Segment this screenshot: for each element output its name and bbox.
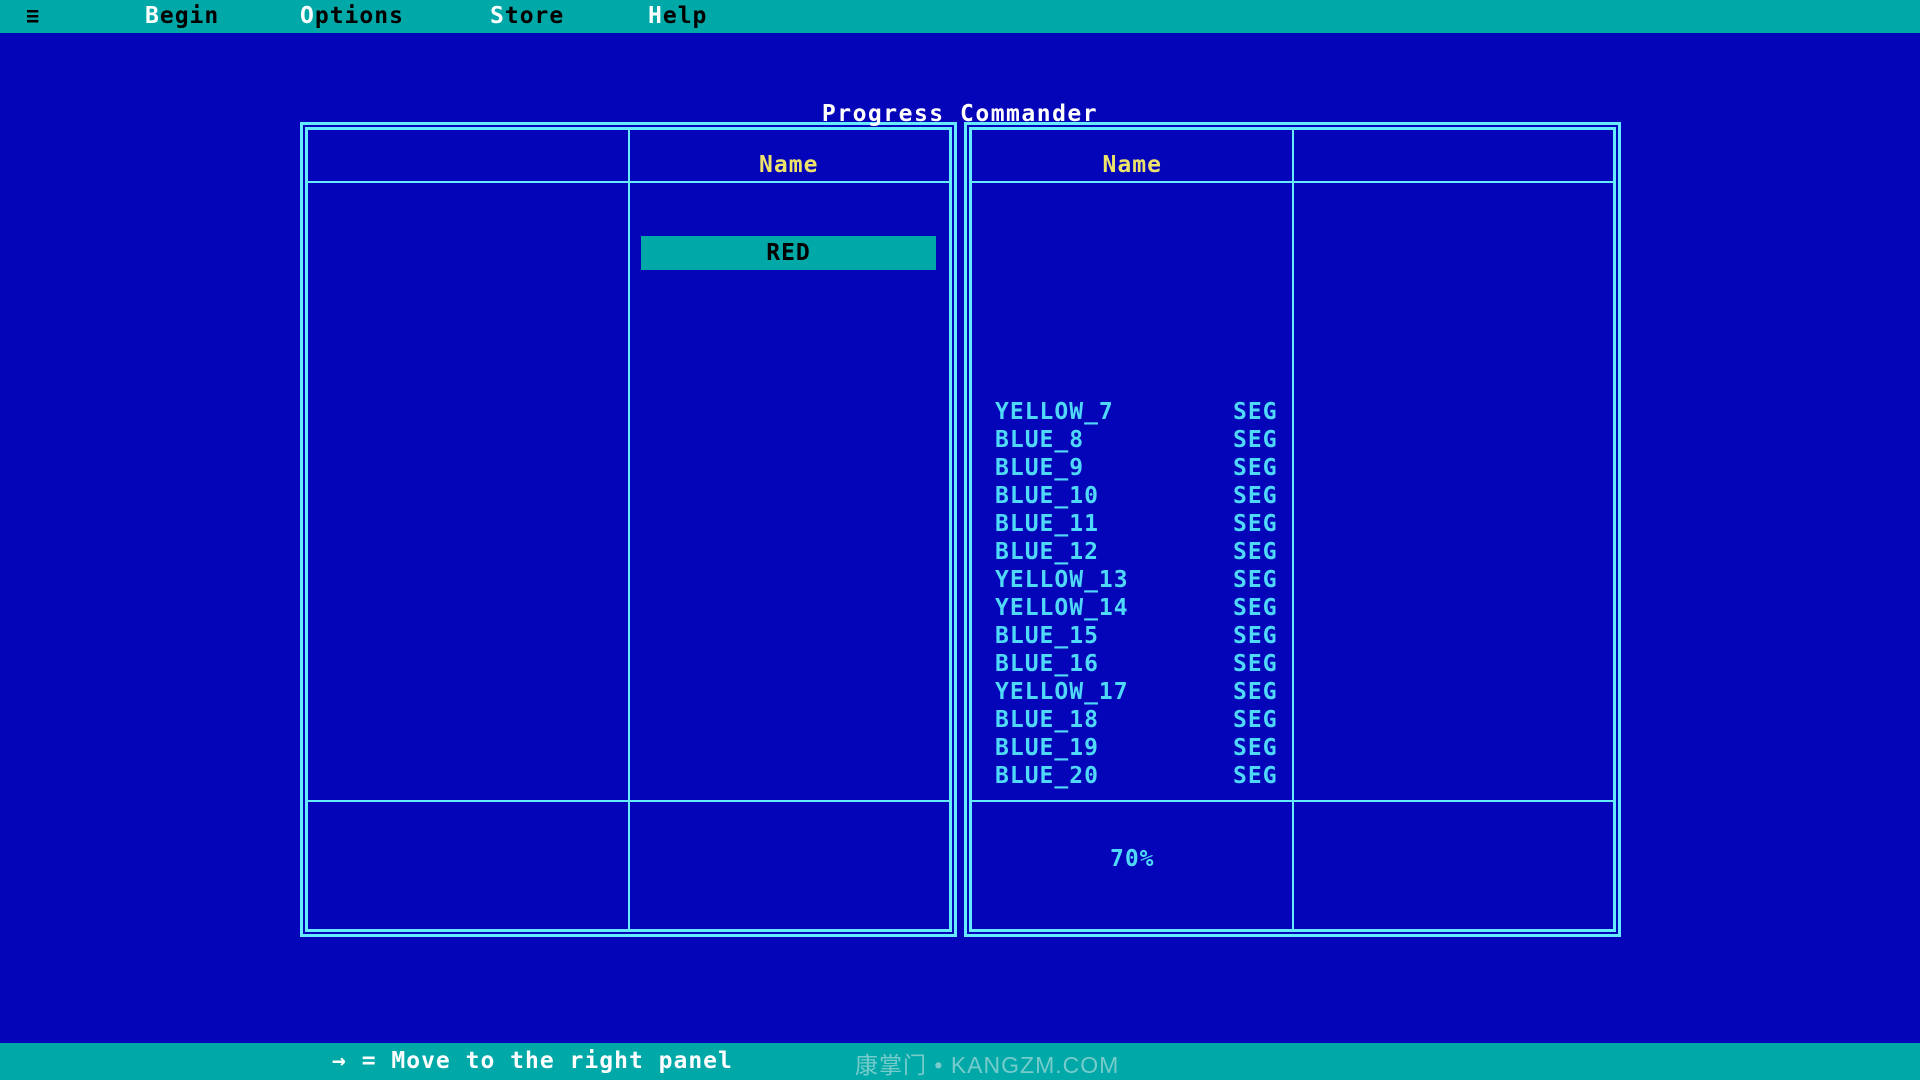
file-list: YELLOW_7 SEG BLUE_8 SEG BLUE_9 SEG BLUE_10 S… (972, 398, 1293, 790)
file-row[interactable]: YELLOW_13 SEG (972, 566, 1293, 594)
hamburger-menu-icon[interactable]: ≡ (26, 0, 39, 33)
menu-bar: ≡ Begin Options Store Help (0, 0, 1920, 33)
file-row[interactable]: BLUE_18 SEG (972, 706, 1293, 734)
file-name: YELLOW_7 (995, 399, 1114, 425)
menu-label: egin (160, 3, 219, 29)
menu-hotkey: O (300, 3, 315, 29)
file-name: BLUE_20 (995, 763, 1099, 789)
file-row[interactable]: BLUE_19 SEG (972, 734, 1293, 762)
file-name: BLUE_9 (995, 455, 1084, 481)
file-ext: SEG (1233, 426, 1278, 454)
menu-item-begin[interactable]: Begin (145, 0, 219, 33)
file-ext: SEG (1233, 622, 1278, 650)
menu-label: tore (505, 3, 564, 29)
menu-label: ptions (315, 3, 404, 29)
right-panel[interactable]: Name YELLOW_7 SEG BLUE_8 SEG BLUE_9 SEG BLU… (964, 122, 1621, 937)
file-row[interactable]: BLUE_20 SEG (972, 762, 1293, 790)
file-name: BLUE_8 (995, 427, 1084, 453)
file-ext: SEG (1233, 594, 1278, 622)
right-panel-header-line (972, 181, 1613, 183)
left-panel-footer-line (308, 800, 949, 802)
left-panel-header-line (308, 181, 949, 183)
left-panel[interactable]: Name RED (300, 122, 957, 937)
menu-hotkey: B (145, 3, 160, 29)
file-ext: SEG (1233, 482, 1278, 510)
file-name: BLUE_19 (995, 735, 1099, 761)
file-name: YELLOW_13 (995, 567, 1129, 593)
file-ext: SEG (1233, 510, 1278, 538)
menu-label: elp (663, 3, 708, 29)
file-name: YELLOW_17 (995, 679, 1129, 705)
menu-item-store[interactable]: Store (490, 0, 564, 33)
progress-percentage: 70% (972, 846, 1293, 872)
file-name: BLUE_12 (995, 539, 1099, 565)
left-panel-column-divider (628, 130, 630, 929)
menu-hotkey: H (648, 3, 663, 29)
file-name: BLUE_15 (995, 623, 1099, 649)
file-ext: SEG (1233, 566, 1278, 594)
file-row[interactable]: BLUE_9 SEG (972, 454, 1293, 482)
file-row[interactable]: BLUE_10 SEG (972, 482, 1293, 510)
progress-commander-screen: ≡ Begin Options Store Help Progress Comm… (0, 0, 1920, 1080)
page-title: Progress Commander (822, 101, 1098, 127)
file-name: BLUE_16 (995, 651, 1099, 677)
selected-file-red[interactable]: RED (641, 236, 936, 270)
file-row[interactable]: BLUE_12 SEG (972, 538, 1293, 566)
menu-item-help[interactable]: Help (648, 0, 707, 33)
key-hint-move-right-panel: → = Move to the right panel (332, 1043, 733, 1080)
file-ext: SEG (1233, 454, 1278, 482)
file-row[interactable]: BLUE_8 SEG (972, 426, 1293, 454)
file-ext: SEG (1233, 650, 1278, 678)
file-row[interactable]: YELLOW_7 SEG (972, 398, 1293, 426)
file-ext: SEG (1233, 398, 1278, 426)
file-name: BLUE_11 (995, 511, 1099, 537)
file-name: BLUE_10 (995, 483, 1099, 509)
file-ext: SEG (1233, 734, 1278, 762)
right-panel-footer-line (972, 800, 1613, 802)
file-ext: SEG (1233, 762, 1278, 790)
watermark: 康掌门 • KANGZM.COM (855, 1046, 1119, 1080)
file-row[interactable]: BLUE_11 SEG (972, 510, 1293, 538)
file-row[interactable]: BLUE_15 SEG (972, 622, 1293, 650)
menu-hotkey: S (490, 3, 505, 29)
right-panel-name-header: Name (972, 152, 1293, 178)
file-ext: SEG (1233, 706, 1278, 734)
file-row[interactable]: YELLOW_17 SEG (972, 678, 1293, 706)
file-row[interactable]: BLUE_16 SEG (972, 650, 1293, 678)
file-ext: SEG (1233, 678, 1278, 706)
file-ext: SEG (1233, 538, 1278, 566)
left-panel-name-header: Name (629, 152, 950, 178)
file-row[interactable]: YELLOW_14 SEG (972, 594, 1293, 622)
file-name: BLUE_18 (995, 707, 1099, 733)
file-name: YELLOW_14 (995, 595, 1129, 621)
menu-item-options[interactable]: Options (300, 0, 404, 33)
